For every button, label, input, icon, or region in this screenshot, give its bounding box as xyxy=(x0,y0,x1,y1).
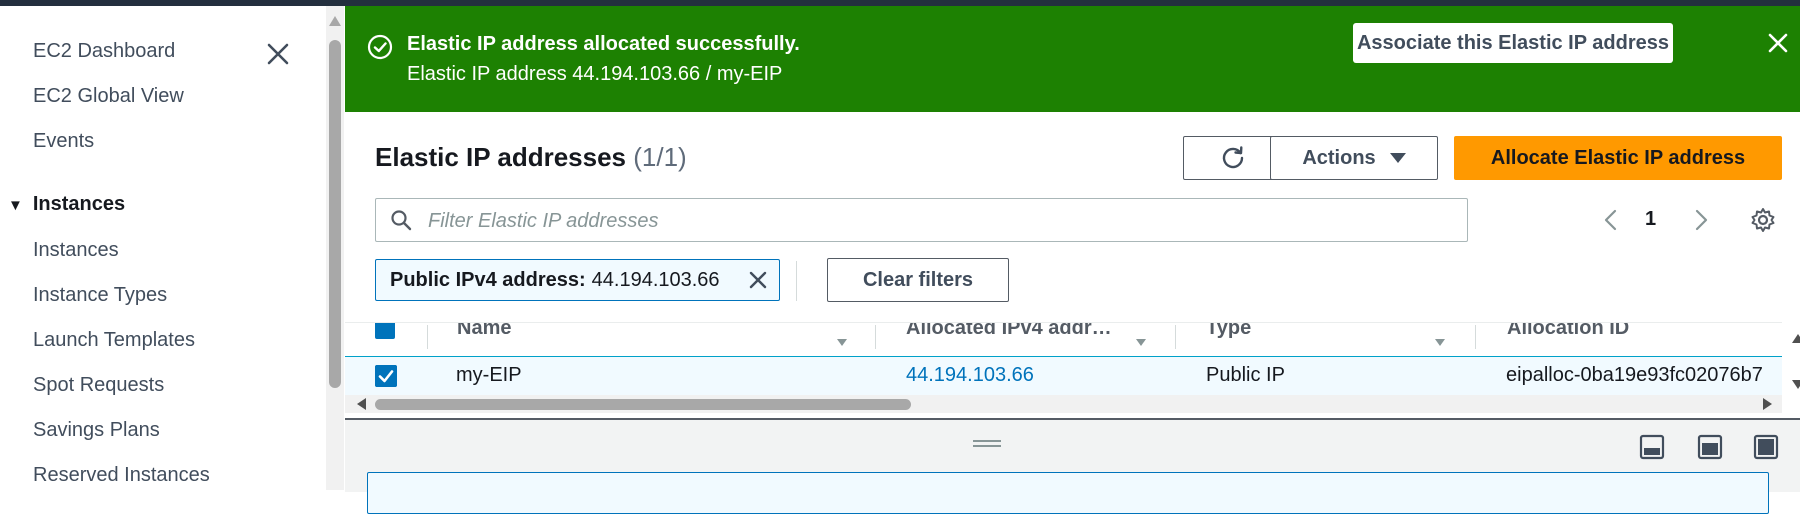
next-page-icon[interactable] xyxy=(1690,208,1712,232)
split-panel-full-icon[interactable] xyxy=(1753,434,1779,460)
sort-icon[interactable] xyxy=(837,329,847,352)
column-header-type[interactable]: Type xyxy=(1206,323,1251,340)
sort-icon[interactable] xyxy=(1435,329,1445,352)
column-divider xyxy=(1175,325,1176,349)
column-divider xyxy=(1475,325,1476,349)
split-panel-content xyxy=(367,472,1769,514)
table-scroll-down-icon[interactable] xyxy=(1792,380,1800,389)
filter-token-value: 44.194.103.66 xyxy=(591,268,720,291)
scrollbar-thumb[interactable] xyxy=(329,40,341,388)
filter-input[interactable] xyxy=(426,205,1460,237)
sort-icon[interactable] xyxy=(1136,329,1146,352)
sidebar-item-ec2-dashboard[interactable]: EC2 Dashboard xyxy=(33,40,175,63)
table-row[interactable]: my-EIP 44.194.103.66 Public IP eipalloc-… xyxy=(345,356,1782,396)
cell-allocated-ip-link[interactable]: 44.194.103.66 xyxy=(906,364,1034,387)
page-title-text: Elastic IP addresses xyxy=(375,142,627,172)
split-panel-bottom-icon[interactable] xyxy=(1639,434,1665,460)
sidebar-scrollbar[interactable] xyxy=(326,6,344,490)
select-all-checkbox[interactable] xyxy=(375,323,395,339)
actions-dropdown-button[interactable]: Actions xyxy=(1270,136,1438,180)
sidebar-item-spot-requests[interactable]: Spot Requests xyxy=(33,374,164,397)
scroll-up-arrow-icon[interactable] xyxy=(329,16,341,26)
flash-title: Elastic IP address allocated successfull… xyxy=(407,33,800,55)
column-divider xyxy=(427,325,428,349)
column-header-allocated-ip[interactable]: Allocated IPv4 addr… xyxy=(906,323,1112,340)
column-divider xyxy=(875,325,876,349)
caret-down-icon xyxy=(1389,153,1406,163)
sidebar: EC2 Dashboard EC2 Global View Events ▼ In… xyxy=(0,6,326,490)
actions-label: Actions xyxy=(1302,146,1376,169)
sidebar-item-reserved-instances[interactable]: Reserved Instances xyxy=(33,464,210,487)
table-horizontal-scrollbar[interactable] xyxy=(345,395,1782,413)
cell-type: Public IP xyxy=(1206,364,1285,386)
remove-filter-icon[interactable] xyxy=(747,269,769,291)
divider xyxy=(796,261,797,301)
filter-token: Public IPv4 address: 44.194.103.66 xyxy=(375,259,780,301)
column-header-allocation-id[interactable]: Allocation ID xyxy=(1507,323,1629,340)
success-check-icon xyxy=(367,34,393,60)
sidebar-item-launch-templates[interactable]: Launch Templates xyxy=(33,329,195,352)
associate-elastic-ip-button[interactable]: Associate this Elastic IP address xyxy=(1353,23,1673,63)
current-page-number[interactable]: 1 xyxy=(1645,208,1656,231)
sidebar-section-label: Instances xyxy=(32,193,126,215)
sidebar-item-instance-types[interactable]: Instance Types xyxy=(33,284,167,307)
close-sidebar-icon[interactable] xyxy=(264,40,292,68)
sidebar-section-instances[interactable]: ▼ Instances xyxy=(8,193,125,216)
page-title: Elastic IP addresses (1/1) xyxy=(375,142,687,173)
cell-allocation-id: eipalloc-0ba19e93fc02076b7 xyxy=(1506,364,1763,386)
sidebar-item-events[interactable]: Events xyxy=(33,130,94,153)
search-icon xyxy=(391,210,412,231)
sidebar-item-ec2-global-view[interactable]: EC2 Global View xyxy=(33,85,184,108)
clear-filters-button[interactable]: Clear filters xyxy=(827,258,1009,302)
split-panel xyxy=(345,418,1800,514)
success-flash-banner: Elastic IP address allocated successfull… xyxy=(345,6,1800,112)
column-header-name[interactable]: Name xyxy=(457,323,511,340)
allocate-elastic-ip-button[interactable]: Allocate Elastic IP address xyxy=(1454,136,1782,180)
scroll-right-arrow-icon[interactable] xyxy=(1763,398,1772,410)
sidebar-item-instances[interactable]: Instances xyxy=(33,239,119,262)
refresh-icon xyxy=(1222,146,1244,169)
row-checkbox[interactable] xyxy=(375,365,397,387)
sidebar-item-savings-plans[interactable]: Savings Plans xyxy=(33,419,160,442)
selection-count: (1/1) xyxy=(633,142,687,172)
table-header: Name Allocated IPv4 addr… Type Allocatio… xyxy=(345,322,1782,357)
dismiss-flash-icon[interactable] xyxy=(1763,28,1793,58)
previous-page-icon[interactable] xyxy=(1600,208,1622,232)
resize-handle-icon[interactable] xyxy=(973,440,1001,450)
filter-token-key: Public IPv4 address: xyxy=(390,268,586,291)
gear-icon[interactable] xyxy=(1749,206,1777,234)
scrollbar-thumb[interactable] xyxy=(375,399,911,410)
cell-name: my-EIP xyxy=(456,364,522,386)
split-panel-side-icon[interactable] xyxy=(1697,434,1723,460)
flash-detail: Elastic IP address 44.194.103.66 / my-EI… xyxy=(407,63,783,85)
scroll-left-arrow-icon[interactable] xyxy=(357,398,366,410)
table-scroll-up-icon[interactable] xyxy=(1792,334,1800,343)
filter-search-box[interactable] xyxy=(375,198,1468,242)
refresh-button[interactable] xyxy=(1183,136,1283,180)
caret-down-icon: ▼ xyxy=(8,197,23,214)
main-content: Elastic IP addresses (1/1) Actions Alloc… xyxy=(345,112,1800,514)
